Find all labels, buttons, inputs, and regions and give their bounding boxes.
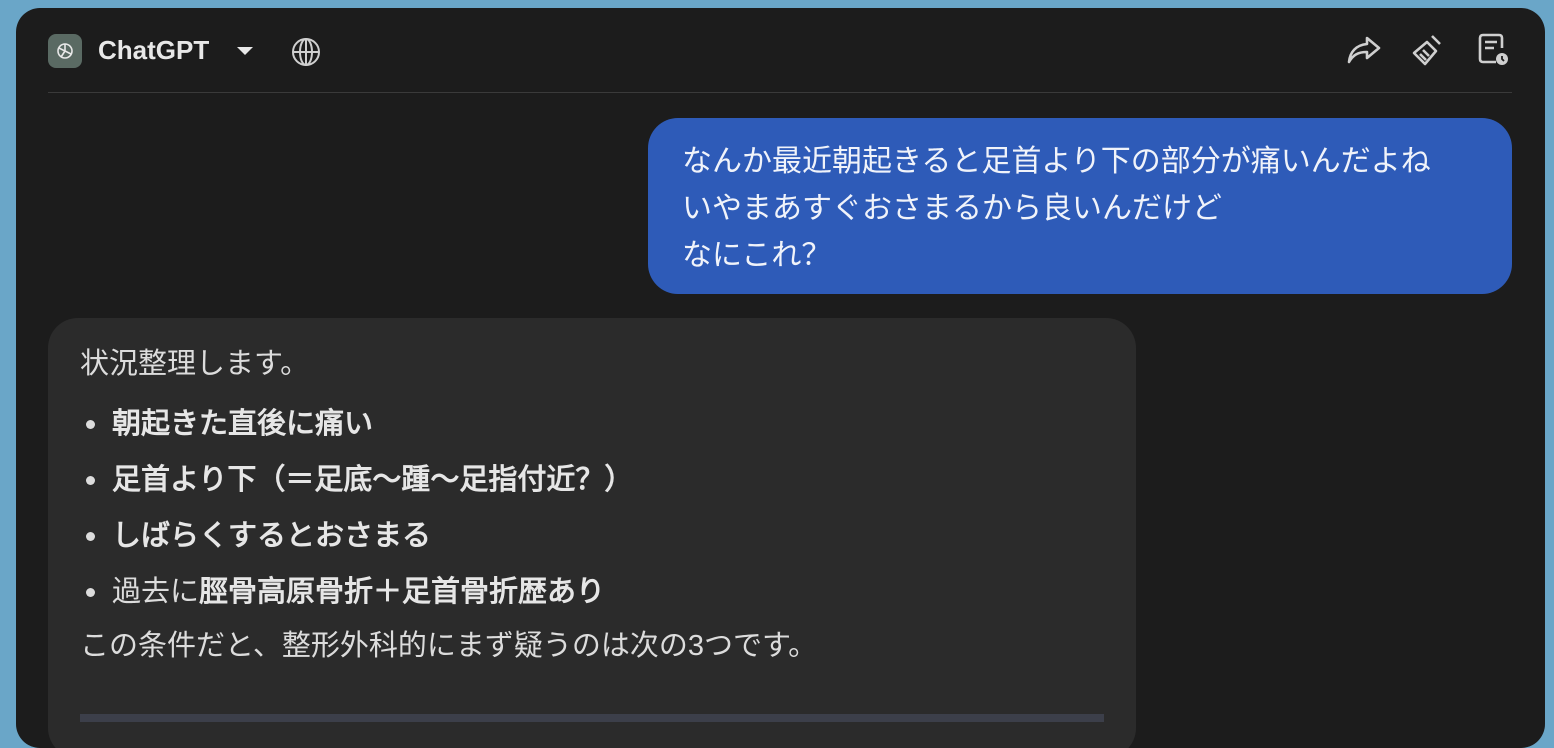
user-message-line: なにこれ？ bbox=[682, 239, 832, 272]
share-icon[interactable] bbox=[1344, 30, 1384, 70]
globe-icon[interactable] bbox=[288, 34, 324, 70]
assistant-outro-text: この条件だと、整形外科的にまず疑うのは次の3つです。 bbox=[80, 630, 818, 662]
chat-header: ChatGPT bbox=[48, 8, 1512, 93]
list-item: 過去に脛骨高原骨折＋足首骨折歴あり bbox=[80, 564, 633, 620]
chatgpt-logo-icon[interactable] bbox=[48, 34, 82, 68]
chat-window: ChatGPT なんか最近朝起きると足首より下の部分が痛いんだよね いやまあすぐ… bbox=[16, 8, 1545, 748]
broom-icon[interactable] bbox=[1408, 30, 1448, 70]
document-clock-icon[interactable] bbox=[1472, 30, 1512, 70]
chevron-down-icon[interactable] bbox=[234, 42, 256, 60]
bullet-bold-text: 脛骨高原骨折＋足首骨折歴あり bbox=[199, 576, 606, 608]
bullet-dot-icon bbox=[86, 420, 95, 429]
assistant-bullet-list: 朝起きた直後に痛い 足首より下（＝足底〜踵〜足指付近？） しばらくするとおさまる… bbox=[80, 396, 633, 620]
bullet-bold-text: 足首より下（＝足底〜踵〜足指付近？） bbox=[112, 464, 634, 496]
bullet-bold-text: しばらくするとおさまる bbox=[112, 520, 432, 552]
user-message-bubble: なんか最近朝起きると足首より下の部分が痛いんだよね いやまあすぐおさまるから良い… bbox=[648, 118, 1512, 294]
user-message-line: なんか最近朝起きると足首より下の部分が痛いんだよね bbox=[682, 145, 1431, 178]
model-title[interactable]: ChatGPT bbox=[98, 32, 209, 68]
bullet-bold-text: 朝起きた直後に痛い bbox=[112, 408, 374, 440]
bullet-dot-icon bbox=[86, 588, 95, 597]
list-item: しばらくするとおさまる bbox=[80, 508, 633, 564]
bullet-dot-icon bbox=[86, 476, 95, 485]
bullet-normal-text: 過去に bbox=[112, 576, 200, 608]
assistant-message-bubble: 状況整理します。 朝起きた直後に痛い 足首より下（＝足底〜踵〜足指付近？） しば… bbox=[48, 318, 1136, 748]
user-message-line: いやまあすぐおさまるから良いんだけど bbox=[682, 192, 1222, 225]
bullet-dot-icon bbox=[86, 532, 95, 541]
list-item: 朝起きた直後に痛い bbox=[80, 396, 633, 452]
section-divider bbox=[80, 714, 1104, 722]
list-item: 足首より下（＝足底〜踵〜足指付近？） bbox=[80, 452, 633, 508]
assistant-intro-text: 状況整理します。 bbox=[80, 348, 310, 380]
